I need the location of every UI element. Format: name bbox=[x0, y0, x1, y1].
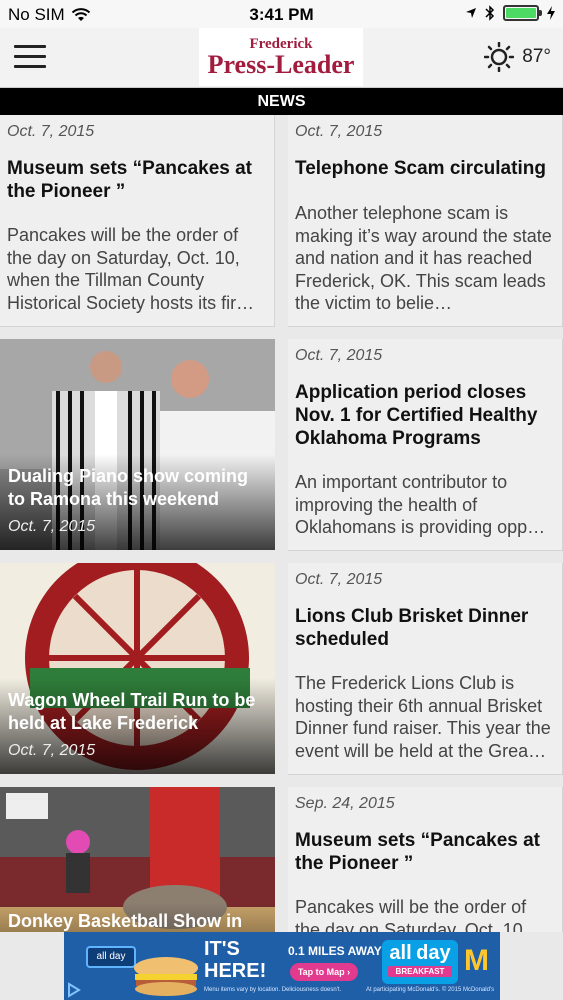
sun-icon bbox=[484, 42, 515, 72]
ad-distance: 0.1 MILES AWAY bbox=[288, 944, 382, 958]
article-card[interactable]: Oct. 7, 2015 Application period closes N… bbox=[288, 339, 563, 551]
app-header: Frederick Press-Leader 87° bbox=[0, 28, 563, 88]
article-title: Lions Club Brisket Dinner scheduled bbox=[295, 606, 529, 650]
article-title: Museum sets “Pancakes at the Pioneer ” bbox=[295, 830, 541, 874]
news-feed[interactable]: Oct. 7, 2015 Museum sets “Pancakes at th… bbox=[0, 115, 563, 932]
ad-headline-2: HERE! bbox=[204, 960, 267, 982]
charging-bolt-icon bbox=[547, 6, 555, 20]
logo-main-line: Press-Leader bbox=[207, 50, 355, 79]
article-image-card[interactable]: Dualing Piano show coming to Ramona this… bbox=[0, 339, 275, 550]
article-card[interactable]: Oct. 7, 2015 Museum sets “Pancakes at th… bbox=[0, 115, 275, 327]
article-excerpt: The Frederick Lions Club is hosting thei… bbox=[295, 673, 551, 761]
ad-headline-1: IT'S bbox=[204, 938, 240, 960]
article-title: Museum sets “Pancakes at the Pioneer ” bbox=[7, 158, 253, 202]
ad-banner[interactable]: all day IT'S HERE! 0.1 MILES AWAY Tap to… bbox=[64, 932, 500, 1000]
brand-word-1: all bbox=[389, 942, 412, 964]
site-logo[interactable]: Frederick Press-Leader bbox=[199, 28, 363, 86]
battery-icon bbox=[503, 5, 542, 21]
article-date: Oct. 7, 2015 bbox=[8, 742, 96, 759]
ad-fine-print-2: At participating McDonald's. © 2015 McDo… bbox=[366, 987, 495, 993]
article-excerpt: Pancakes will be the order of the day on… bbox=[295, 897, 527, 932]
article-title: Donkey Basketball Show in bbox=[8, 911, 243, 931]
brand-word-2: day bbox=[416, 942, 451, 964]
section-title: NEWS bbox=[0, 88, 563, 115]
article-date: Oct. 7, 2015 bbox=[295, 571, 383, 588]
article-excerpt: An important contributor to improving th… bbox=[295, 472, 546, 537]
article-excerpt: Pancakes will be the order of the day on… bbox=[7, 225, 255, 313]
location-arrow-icon bbox=[466, 8, 476, 18]
sandwich-image bbox=[134, 957, 198, 996]
article-date: Oct. 7, 2015 bbox=[8, 518, 96, 535]
weather-widget[interactable]: 87° bbox=[484, 42, 551, 72]
ad-cta-button[interactable]: Tap to Map › bbox=[290, 963, 358, 981]
ad-fine-print: Menu items vary by location. Deliciousne… bbox=[204, 987, 342, 993]
article-date: Oct. 7, 2015 bbox=[295, 123, 383, 140]
article-image-card[interactable]: Donkey Basketball Show in bbox=[0, 787, 275, 932]
article-date: Oct. 7, 2015 bbox=[295, 347, 383, 364]
temperature: 87° bbox=[522, 46, 551, 67]
article-card[interactable]: Oct. 7, 2015 Lions Club Brisket Dinner s… bbox=[288, 563, 563, 775]
article-excerpt: Another telephone scam is making it’s wa… bbox=[295, 203, 552, 313]
ad-small-tag: all day bbox=[86, 946, 136, 968]
bluetooth-icon bbox=[485, 5, 495, 21]
article-date: Sep. 24, 2015 bbox=[295, 795, 395, 812]
all-day-breakfast-logo: all day BREAKFAST bbox=[382, 940, 458, 984]
hamburger-menu-icon[interactable] bbox=[14, 45, 46, 69]
article-title: Wagon Wheel Trail Run to be held at Lake… bbox=[8, 690, 256, 733]
article-image-card[interactable]: Wagon Wheel Trail Run to be held at Lake… bbox=[0, 563, 275, 774]
mcdonalds-logo: M bbox=[464, 944, 489, 977]
article-title: Telephone Scam circulating bbox=[295, 158, 546, 179]
adchoices-icon[interactable] bbox=[66, 982, 82, 998]
article-card[interactable]: Oct. 7, 2015 Telephone Scam circulating … bbox=[288, 115, 563, 327]
article-title: Application period closes Nov. 1 for Cer… bbox=[295, 382, 538, 449]
article-card[interactable]: Sep. 24, 2015 Museum sets “Pancakes at t… bbox=[288, 787, 563, 932]
status-bar: No SIM 3:41 PM bbox=[0, 0, 563, 28]
article-title: Dualing Piano show coming to Ramona this… bbox=[8, 466, 249, 509]
article-date: Oct. 7, 2015 bbox=[7, 123, 95, 140]
brand-word-3: BREAKFAST bbox=[388, 966, 452, 977]
